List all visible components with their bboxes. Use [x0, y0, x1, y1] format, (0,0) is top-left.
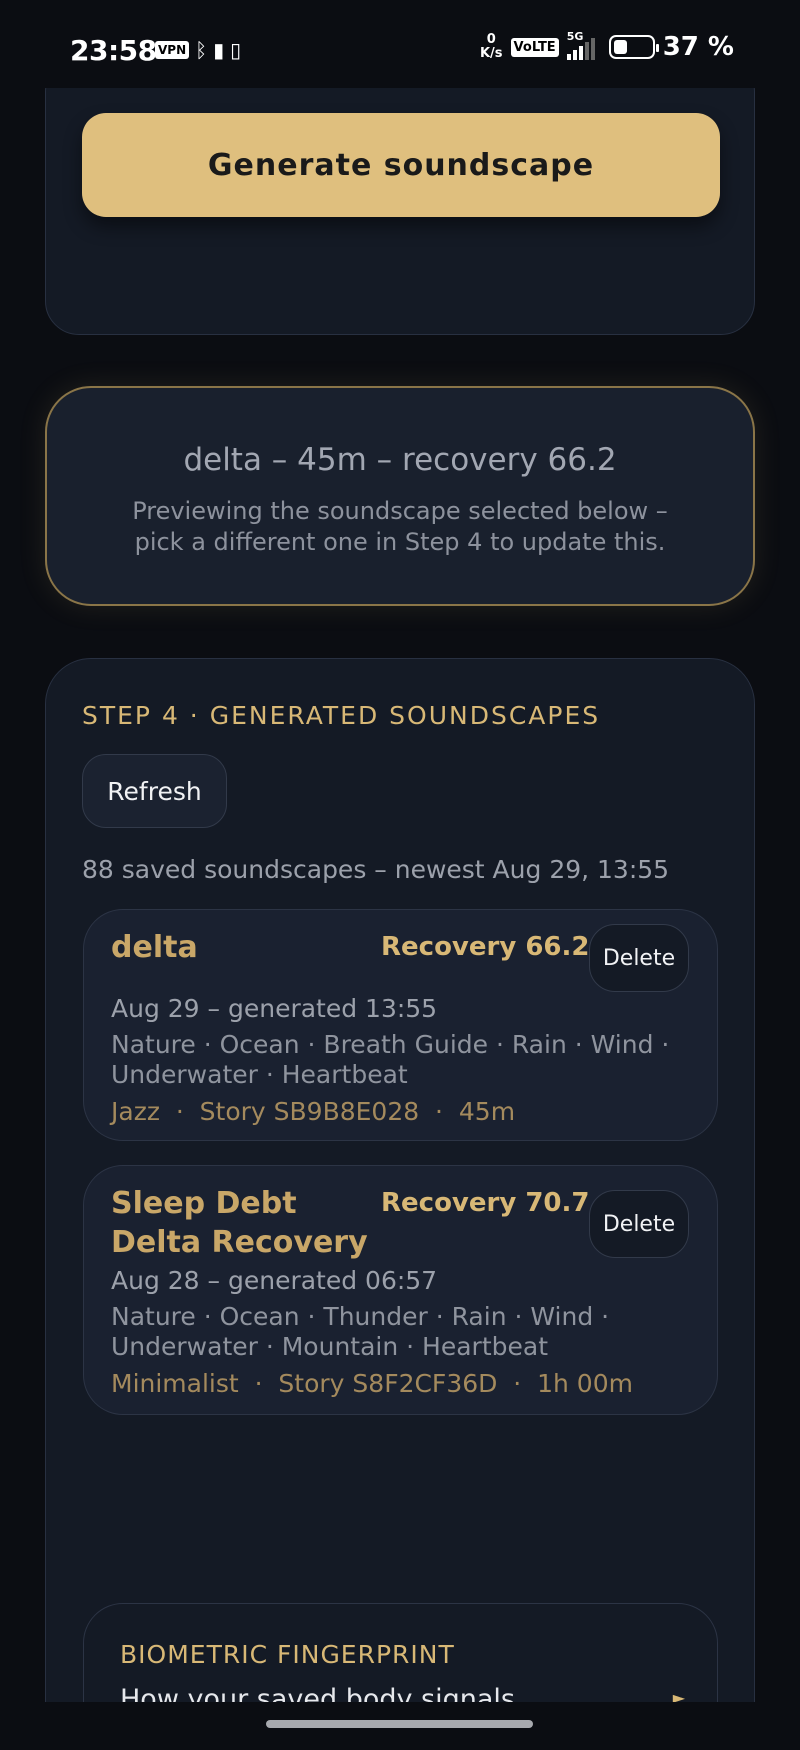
preview-subtitle: Previewing the soundscape selected below… [132, 497, 668, 556]
bluetooth-icon: ᛒ [195, 38, 208, 62]
soundscape-item[interactable]: Sleep Debt Delta Recovery Recovery 70.7 … [83, 1165, 718, 1415]
battery-percent: 37 % [662, 32, 734, 62]
headset-battery-icon: ▮ [213, 38, 225, 62]
net-speed-value: 0 [486, 32, 496, 47]
fingerprint-title: BIOMETRIC FINGERPRINT [120, 1640, 455, 1669]
net-speed-unit: K/s [479, 46, 503, 61]
home-indicator[interactable] [266, 1720, 533, 1728]
biometric-fingerprint-card[interactable]: BIOMETRIC FINGERPRINT How your saved bod… [83, 1603, 718, 1702]
vpn-icon: VPN [155, 41, 190, 59]
volte-icon: VoLTE [510, 37, 559, 57]
soundscape-tags: Nature · Ocean · Thunder · Rain · Wind ·… [111, 1302, 610, 1361]
vibrate-icon: ▯ [230, 38, 242, 62]
recovery-score: Recovery 70.7 [381, 1188, 590, 1218]
soundscape-item[interactable]: delta Recovery 66.2 Delete Aug 29 – gene… [83, 909, 718, 1141]
preview-title: delta – 45m – recovery 66.2 [183, 442, 617, 478]
saved-summary: 88 saved soundscapes – newest Aug 29, 13… [82, 855, 670, 884]
preview-card: delta – 45m – recovery 66.2 Previewing t… [45, 386, 755, 606]
soundscape-date: Aug 29 – generated 13:55 [111, 994, 438, 1023]
signal-icon: 5G [566, 30, 595, 60]
generate-card: Generate soundscape [45, 88, 755, 335]
soundscape-tags: Nature · Ocean · Breath Guide · Rain · W… [111, 1030, 670, 1089]
soundscape-date: Aug 28 – generated 06:57 [111, 1266, 438, 1295]
network-type: 5G [566, 30, 584, 43]
recovery-score: Recovery 66.2 [381, 932, 590, 962]
soundscape-name: Sleep Debt Delta Recovery [111, 1186, 368, 1260]
fingerprint-description: How your saved body signals shaped this … [120, 1684, 515, 1702]
generated-soundscapes-card: STEP 4 · GENERATED SOUNDSCAPES Refresh 8… [45, 658, 755, 1702]
status-right-icons: 0 K/s VoLTE 5G 37 % [480, 30, 734, 62]
generate-soundscape-button[interactable]: Generate soundscape [82, 113, 720, 217]
delete-button[interactable]: Delete [589, 1190, 689, 1258]
content-scroll[interactable]: Generate soundscape delta – 45m – recove… [0, 88, 800, 1702]
delete-button[interactable]: Delete [589, 924, 689, 992]
expand-arrow-icon[interactable]: ► [673, 1688, 685, 1702]
soundscape-meta: Minimalist · Story S8F2CF36D · 1h 00m [111, 1369, 633, 1398]
soundscape-meta: Jazz · Story SB9B8E028 · 45m [111, 1097, 516, 1126]
status-bar: 23:58 VPN ᛒ ▮ ▯ 0 K/s VoLTE 5G 37 % [0, 0, 800, 88]
refresh-button[interactable]: Refresh [82, 754, 227, 828]
soundscape-name: delta [111, 930, 198, 965]
status-left-icons: VPN ᛒ ▮ ▯ [155, 38, 241, 62]
status-time: 23:58 [70, 34, 157, 67]
net-speed: 0 K/s [480, 33, 503, 61]
step4-title: STEP 4 · GENERATED SOUNDSCAPES [82, 701, 601, 730]
battery-icon [608, 35, 659, 59]
